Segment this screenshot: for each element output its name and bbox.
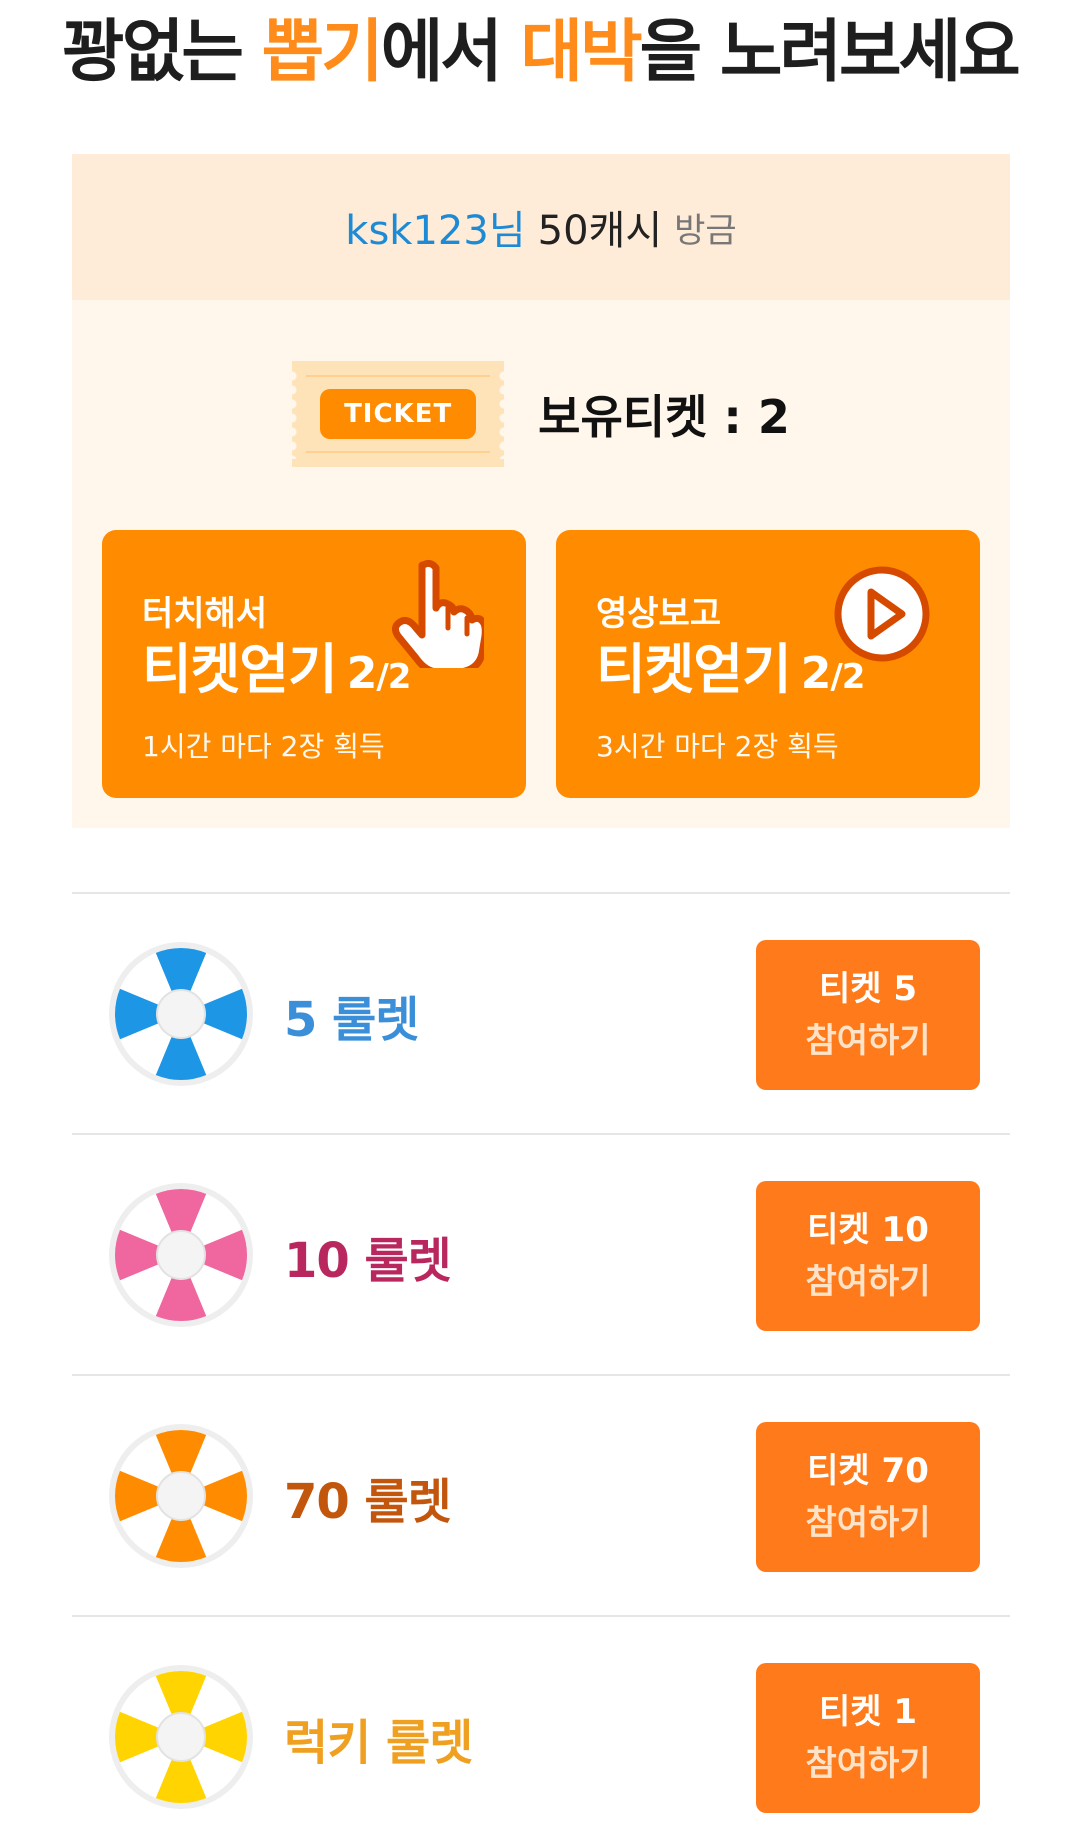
- roulette-row: 5 룰렛 티켓 5 참여하기: [72, 892, 1010, 1133]
- touch-earn-ticket-button[interactable]: 터치해서 티켓얻기 2/2 1시간 마다 2장 획득: [102, 530, 526, 798]
- join-button-ticket-cost: 티켓 5: [818, 969, 918, 1009]
- join-button-label: 참여하기: [805, 1021, 931, 1061]
- roulette-wheel-icon: [109, 1665, 253, 1809]
- join-button-label: 참여하기: [805, 1262, 931, 1302]
- roulette-row: 10 룰렛 티켓 10 참여하기: [72, 1133, 1010, 1374]
- headline-highlight-2: 대박: [520, 13, 643, 92]
- join-roulette-button[interactable]: 티켓 1 참여하기: [756, 1663, 980, 1813]
- user-time: 방금: [674, 210, 737, 251]
- video-button-current: 2: [800, 648, 832, 699]
- hand-pointer-icon: [391, 559, 484, 668]
- roulette-wheel-icon: [109, 1183, 253, 1327]
- join-button-ticket-cost: 티켓 10: [807, 1210, 929, 1250]
- headline-part-1: 꽝없는: [62, 13, 262, 92]
- roulette-wheel-icon: [109, 1424, 253, 1568]
- join-button-label: 참여하기: [805, 1503, 931, 1543]
- join-roulette-button[interactable]: 티켓 10 참여하기: [756, 1181, 980, 1331]
- headline: 꽝없는 뽑기에서 대박을 노려보세요: [0, 8, 1080, 98]
- join-button-ticket-cost: 티켓 1: [818, 1692, 918, 1732]
- roulette-list: 5 룰렛 티켓 5 참여하기 10 룰렛 티켓 10 참여하기 70 룰렛 티켓 70 참여하기…: [72, 892, 1010, 1837]
- join-roulette-button[interactable]: 티켓 5 참여하기: [756, 940, 980, 1090]
- headline-part-5: 을 노려보세요: [639, 13, 1021, 92]
- roulette-wheel-icon: [109, 942, 253, 1086]
- roulette-name: 럭키 룰렛: [284, 1715, 473, 1771]
- roulette-row: 70 룰렛 티켓 70 참여하기: [72, 1374, 1010, 1615]
- ticket-label: TICKET: [320, 389, 477, 439]
- ticket-panel: ksk123님 50캐시 방금 TICKET 보유티켓 : 2 터치해서 티켓얻…: [72, 154, 1010, 828]
- video-earn-ticket-button[interactable]: 영상보고 티켓얻기 2/2 3시간 마다 2장 획득: [556, 530, 980, 798]
- owned-tickets-row: TICKET 보유티켓 : 2: [72, 359, 1010, 469]
- ticket-icon: TICKET: [292, 361, 505, 467]
- join-roulette-button[interactable]: 티켓 70 참여하기: [756, 1422, 980, 1572]
- touch-button-note: 1시간 마다 2장 획득: [142, 730, 385, 763]
- page: 꽝없는 뽑기에서 대박을 노려보세요 ksk123님 50캐시 방금 TICKE…: [0, 0, 1080, 1837]
- touch-button-current: 2: [346, 648, 378, 699]
- roulette-name: 70 룰렛: [284, 1474, 452, 1530]
- join-button-ticket-cost: 티켓 70: [807, 1451, 929, 1491]
- headline-highlight-1: 뽑기: [261, 13, 384, 92]
- video-button-title-text: 티켓얻기: [596, 638, 792, 701]
- join-button-label: 참여하기: [805, 1744, 931, 1784]
- video-button-note: 3시간 마다 2장 획득: [596, 730, 839, 763]
- touch-button-title-text: 티켓얻기: [142, 638, 338, 701]
- user-info-bar: ksk123님 50캐시 방금: [72, 154, 1010, 300]
- owned-ticket-count: 보유티켓 : 2: [538, 390, 790, 444]
- user-cash: 50캐시: [537, 208, 663, 254]
- user-name: ksk123님: [345, 208, 526, 254]
- play-circle-icon: [834, 566, 930, 662]
- roulette-name: 10 룰렛: [284, 1233, 452, 1289]
- headline-part-3: 에서: [380, 13, 521, 92]
- roulette-row: 럭키 룰렛 티켓 1 참여하기: [72, 1615, 1010, 1837]
- roulette-name: 5 룰렛: [284, 992, 419, 1048]
